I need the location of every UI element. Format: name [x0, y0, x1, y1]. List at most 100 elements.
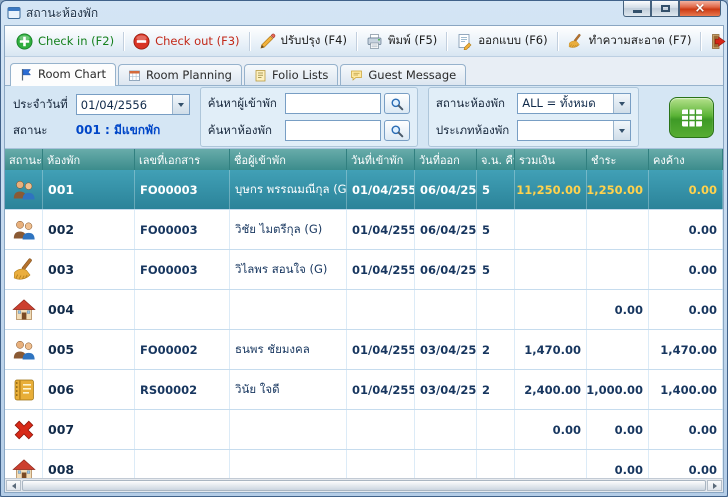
tab-guest-message[interactable]: Guest Message [340, 64, 466, 85]
paid-amount-cell: 0.00 [587, 290, 649, 329]
check-out-button[interactable]: Check out (F3) [125, 30, 247, 53]
close-button[interactable]: × [679, 1, 721, 17]
tab-folio-lists[interactable]: Folio Lists [244, 64, 338, 85]
cleaning-button[interactable]: ทำความสะอาด (F7) [559, 29, 700, 53]
dropdown-arrow-icon[interactable] [613, 121, 630, 140]
design-label: ออกแบบ (F6) [478, 32, 547, 50]
checkout-date-cell: 06/04/2556 [415, 210, 477, 249]
table-row[interactable]: 007 0.00 0.00 0.00 [5, 410, 723, 450]
room-type-combobox[interactable] [517, 120, 631, 141]
column-header-0[interactable]: สถานะ [5, 149, 43, 170]
document-no-cell [135, 290, 230, 329]
column-header-5[interactable]: วันที่ออก [415, 149, 477, 170]
table-row[interactable]: 008 0.00 0.00 [5, 450, 723, 478]
scroll-right-button[interactable] [707, 480, 722, 491]
grid-body: 001 FO00003 บุษกร พรรณมณีกุล (G) 01/04/2… [5, 170, 723, 478]
search-room-button[interactable] [384, 120, 410, 141]
exit-button[interactable]: ออก (F9) [702, 29, 728, 53]
column-header-7[interactable]: รวมเงิน [515, 149, 587, 170]
column-header-6[interactable]: จ.น. คืน [477, 149, 515, 170]
room-number-cell: 003 [43, 250, 135, 289]
room-status-cell [5, 170, 43, 209]
nights-cell: 5 [477, 210, 515, 249]
date-combobox[interactable]: 01/04/2556 [76, 94, 190, 115]
window-controls: × [623, 1, 721, 17]
search-guest-button[interactable] [384, 93, 410, 114]
toolbar: Check in (F2) Check out (F3) ปรับปรุง (F [5, 26, 723, 57]
checkin-date-cell [347, 410, 415, 449]
column-header-4[interactable]: วันที่เข้าพัก [347, 149, 415, 170]
table-row[interactable]: 006 RS00002 วินัย ใจดี 01/04/2556 03/04/… [5, 370, 723, 410]
tab-room-chart[interactable]: Room Chart [10, 63, 116, 86]
room-status-cell [5, 250, 43, 289]
maximize-button[interactable] [651, 1, 679, 17]
exit-door-icon [710, 33, 727, 50]
titlebar: สถานะห้องพัก × [4, 1, 724, 25]
toolbar-separator [446, 32, 447, 51]
filter-panel: ประจำวันที่ 01/04/2556 สถานะ 001 : มีแขก… [5, 86, 723, 149]
column-header-8[interactable]: ชำระ [587, 149, 649, 170]
vacant-icon [11, 457, 37, 479]
column-header-1[interactable]: ห้องพัก [43, 149, 135, 170]
minimize-icon [633, 10, 642, 13]
total-amount-cell: 11,250.00 [515, 170, 587, 209]
scroll-right-icon [713, 483, 720, 489]
tab-guest-message-label: Guest Message [368, 68, 456, 82]
total-amount-cell [515, 210, 587, 249]
date-status-group: ประจำวันที่ 01/04/2556 สถานะ 001 : มีแขก… [13, 94, 190, 140]
nights-cell [477, 410, 515, 449]
checkin-date-cell: 01/04/2556 [347, 170, 415, 209]
check-in-button[interactable]: Check in (F2) [8, 30, 122, 53]
room-number-cell: 004 [43, 290, 135, 329]
column-header-9[interactable]: คงค้าง [649, 149, 723, 170]
print-label: พิมพ์ (F5) [388, 32, 437, 50]
document-no-cell [135, 450, 230, 478]
room-status-combobox[interactable]: ALL = ทั้งหมด [517, 93, 631, 114]
horizontal-scrollbar[interactable] [5, 478, 723, 492]
search-room-input[interactable] [285, 120, 381, 141]
print-button[interactable]: พิมพ์ (F5) [358, 29, 445, 53]
checkout-date-cell [415, 290, 477, 329]
checkin-date-cell: 01/04/2556 [347, 210, 415, 249]
room-status-cell [5, 410, 43, 449]
scrollbar-thumb[interactable] [22, 480, 706, 491]
column-header-3[interactable]: ชื่อผู้เข้าพัก [230, 149, 347, 170]
table-row[interactable]: 001 FO00003 บุษกร พรรณมณีกุล (G) 01/04/2… [5, 170, 723, 210]
paid-amount-cell: 0.00 [587, 450, 649, 478]
checkin-date-cell: 01/04/2556 [347, 250, 415, 289]
nights-cell: 2 [477, 370, 515, 409]
minimize-button[interactable] [623, 1, 651, 17]
dropdown-arrow-icon[interactable] [172, 95, 189, 114]
table-row[interactable]: 005 FO00002 ธนพร ชัยมงคล 01/04/2556 03/0… [5, 330, 723, 370]
printer-icon [366, 33, 383, 50]
table-row[interactable]: 004 0.00 0.00 [5, 290, 723, 330]
checkout-date-cell [415, 450, 477, 478]
design-button[interactable]: ออกแบบ (F6) [448, 29, 555, 53]
balance-amount-cell: 0.00 [649, 410, 723, 449]
nights-cell [477, 450, 515, 478]
document-no-cell: FO00003 [135, 210, 230, 249]
calendar-icon [128, 69, 141, 82]
scroll-left-button[interactable] [6, 480, 21, 491]
dropdown-arrow-icon[interactable] [613, 94, 630, 113]
window-icon [7, 6, 21, 20]
room-number-cell: 001 [43, 170, 135, 209]
room-grid-view-button[interactable] [669, 97, 714, 138]
status-value: 001 : มีแขกพัก [76, 121, 190, 140]
document-no-cell: RS00002 [135, 370, 230, 409]
update-button[interactable]: ปรับปรุง (F4) [251, 29, 355, 53]
table-row[interactable]: 002 FO00003 วิชัย ไมตรีกุล (G) 01/04/255… [5, 210, 723, 250]
guest-name-cell: ธนพร ชัยมงคล [230, 330, 347, 369]
grid-table-icon [680, 107, 704, 129]
table-row[interactable]: 003 FO00003 วิไลพร สอนใจ (G) 01/04/2556 … [5, 250, 723, 290]
status-label: สถานะ [13, 122, 68, 140]
tab-room-planning[interactable]: Room Planning [118, 64, 242, 85]
search-guest-input[interactable] [285, 93, 381, 114]
guest-name-cell [230, 450, 347, 478]
room-status-cell [5, 210, 43, 249]
date-label: ประจำวันที่ [13, 96, 68, 114]
search-room-label: ค้นหาห้องพัก [208, 122, 277, 140]
column-header-2[interactable]: เลขที่เอกสาร [135, 149, 230, 170]
check-in-plus-icon [16, 33, 33, 50]
paid-amount-cell: 0.00 [587, 410, 649, 449]
